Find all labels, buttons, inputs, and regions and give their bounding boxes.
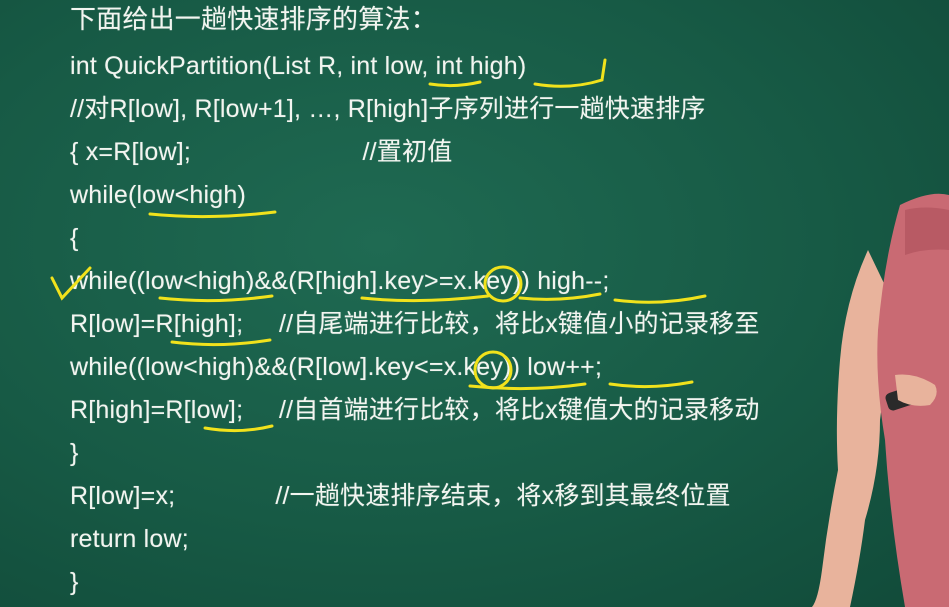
lecturer-arm: [812, 250, 892, 607]
lecturer: [812, 193, 949, 607]
